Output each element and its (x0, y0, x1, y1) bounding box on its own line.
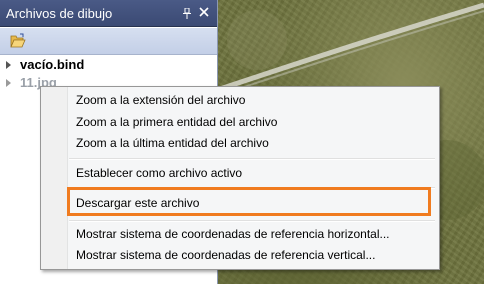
open-folder-icon[interactable] (10, 33, 26, 48)
menu-item-zoom-extension[interactable]: Zoom a la extensión del archivo (76, 91, 245, 109)
menu-item-show-vertical-crs[interactable]: Mostrar sistema de coordenadas de refere… (76, 246, 375, 264)
menu-item-set-active-file[interactable]: Establecer como archivo activo (76, 164, 242, 182)
expand-arrow-icon[interactable] (6, 79, 11, 87)
panel-title-bar: Archivos de dibujo (0, 0, 217, 27)
panel-toolbar (0, 28, 217, 55)
context-menu: Zoom a la extensión del archivo Zoom a l… (40, 86, 440, 270)
close-icon[interactable] (199, 7, 209, 18)
menu-separator (69, 220, 435, 222)
menu-icon-gutter (41, 87, 68, 269)
menu-item-show-horizontal-crs[interactable]: Mostrar sistema de coordenadas de refere… (76, 225, 390, 243)
pin-icon[interactable] (182, 8, 192, 19)
panel-title: Archivos de dibujo (6, 6, 113, 21)
menu-item-zoom-last-entity[interactable]: Zoom a la última entidad del archivo (76, 134, 269, 152)
menu-separator (69, 158, 435, 160)
expand-arrow-icon[interactable] (6, 61, 11, 69)
tree-item-label: vacío.bind (20, 57, 85, 72)
menu-item-zoom-first-entity[interactable]: Zoom a la primera entidad del archivo (76, 113, 277, 131)
highlight-annotation (67, 187, 431, 216)
